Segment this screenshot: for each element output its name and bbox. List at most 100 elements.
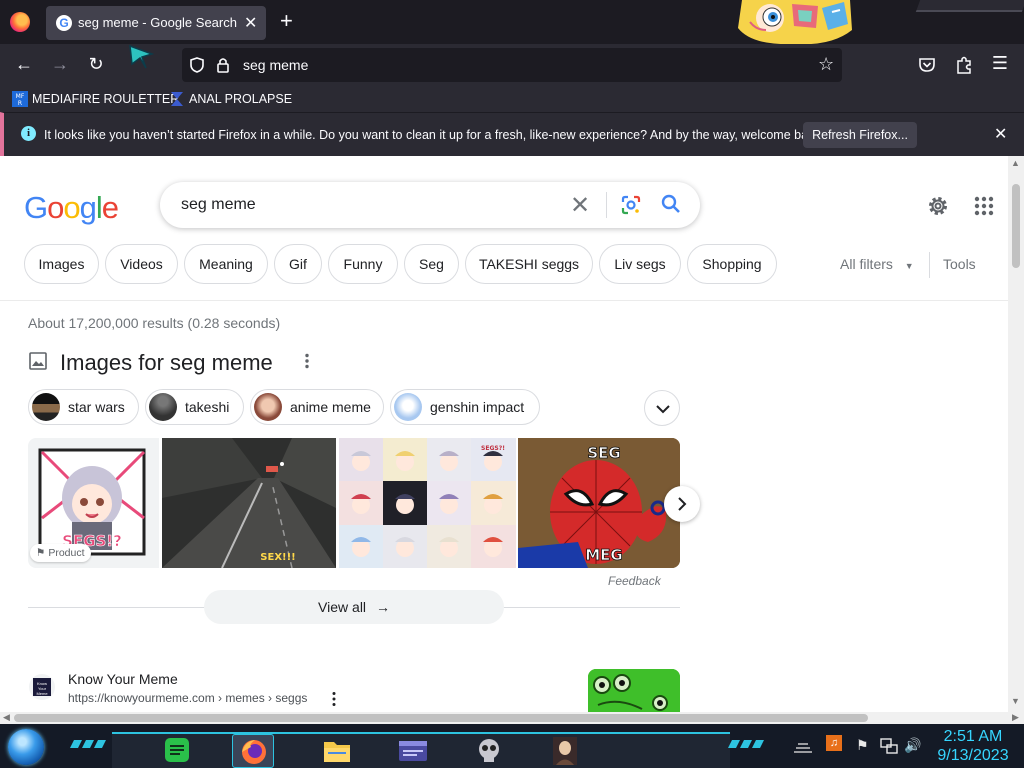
taskbar-item-image-viewer[interactable] — [544, 734, 586, 768]
url-text[interactable]: seg meme — [243, 57, 308, 73]
reload-icon[interactable]: ↻ — [85, 54, 107, 74]
image-chip-anime-meme[interactable]: anime meme — [250, 389, 384, 425]
lock-icon[interactable] — [216, 57, 230, 73]
google-apps-grid-icon[interactable] — [974, 196, 994, 216]
tab-bar: G seg meme - Google Search ✕ + — [0, 0, 1024, 45]
divider — [606, 192, 607, 218]
tab-title: seg meme - Google Search — [78, 15, 237, 30]
tunnel-road-image: SEX!!! — [162, 438, 336, 568]
close-tab-icon[interactable]: ✕ — [244, 13, 257, 33]
menu-hamburger-icon[interactable]: ☰ — [989, 53, 1011, 73]
portrait-image-icon — [553, 737, 577, 765]
filter-chip-takeshi-seggs[interactable]: TAKESHI seggs — [465, 244, 593, 284]
extensions-puzzle-icon[interactable] — [955, 55, 973, 75]
firefox-refresh-notification: i It looks like you haven’t started Fire… — [0, 112, 1024, 156]
mouse-cursor-icon — [129, 44, 154, 69]
scroll-up-icon[interactable]: ▲ — [1011, 158, 1020, 168]
caret-down-icon: ▼ — [904, 261, 914, 271]
firefox-view-icon[interactable] — [10, 12, 30, 32]
info-icon: i — [21, 126, 36, 141]
google-logo[interactable]: Google — [24, 190, 119, 226]
show-hidden-icons-icon[interactable] — [792, 738, 814, 754]
scroll-down-icon[interactable]: ▼ — [1011, 696, 1020, 706]
vertical-scrollbar[interactable]: ▲ ▼ — [1008, 156, 1024, 712]
address-bar[interactable]: seg meme ☆ — [182, 48, 842, 82]
site-favicon: Know Your Meme — [29, 674, 55, 700]
more-options-icon[interactable] — [303, 353, 311, 369]
bookmark-star-icon[interactable]: ☆ — [818, 54, 834, 75]
forward-arrow-icon[interactable]: → — [49, 54, 71, 74]
volume-icon[interactable]: 🔊 — [904, 737, 921, 754]
horizontal-scrollbar[interactable]: ◀ ▶ — [0, 712, 1024, 724]
next-images-button[interactable] — [664, 486, 700, 522]
search-input[interactable]: seg meme — [181, 196, 256, 214]
image-chip-genshin-impact[interactable]: genshin impact — [390, 389, 540, 425]
search-box[interactable]: seg meme ✕ — [160, 182, 700, 228]
taskbar-item-app[interactable] — [392, 734, 434, 768]
taskbar-clock[interactable]: 2:51 AM 9/13/2023 — [928, 727, 1018, 765]
bookmark-anal-prolapse[interactable]: ANAL PROLAPSE — [169, 90, 292, 108]
pocket-icon[interactable] — [918, 56, 936, 74]
action-center-flag-icon[interactable]: ⚑ — [856, 737, 869, 754]
settings-gear-icon[interactable] — [926, 194, 950, 218]
bookmarks-toolbar: MF R MEDIAFIRE ROULETTER ANAL PROLAPSE — [0, 86, 1024, 112]
filter-chip-videos[interactable]: Videos — [105, 244, 178, 284]
image-result-spiderman-seg-meg[interactable]: SEG MEG — [518, 438, 680, 568]
taskbar-item-spotify[interactable] — [156, 734, 198, 768]
google-lens-icon[interactable] — [620, 194, 642, 216]
scrollbar-thumb[interactable] — [1012, 184, 1020, 268]
bookmark-mediafire-rouletter[interactable]: MF R MEDIAFIRE ROULETTER — [12, 90, 179, 108]
filter-chip-gif[interactable]: Gif — [274, 244, 322, 284]
filter-chip-images[interactable]: Images — [24, 244, 99, 284]
app-tray-icon[interactable]: ♫ — [826, 735, 842, 751]
divider — [929, 252, 930, 278]
tab-google-search[interactable]: G seg meme - Google Search ✕ — [46, 6, 266, 40]
refresh-firefox-button[interactable]: Refresh Firefox... — [803, 122, 917, 148]
filter-chip-liv-segs[interactable]: Liv segs — [599, 244, 681, 284]
network-icon[interactable] — [880, 737, 898, 755]
firefox-icon — [242, 740, 266, 764]
sigma-icon — [171, 92, 183, 106]
tools-button[interactable]: Tools — [943, 256, 976, 272]
scroll-left-icon[interactable]: ◀ — [3, 712, 10, 723]
search-icon[interactable] — [660, 193, 682, 215]
filter-chip-funny[interactable]: Funny — [328, 244, 398, 284]
back-arrow-icon[interactable]: ← — [13, 54, 35, 74]
close-notification-icon[interactable]: ✕ — [994, 124, 1007, 144]
scrollbar-thumb[interactable] — [14, 714, 868, 722]
image-chip-takeshi[interactable]: takeshi — [145, 389, 244, 425]
result-thumbnail[interactable] — [588, 669, 680, 712]
filter-chip-meaning[interactable]: Meaning — [184, 244, 268, 284]
result-site-name[interactable]: Know Your Meme — [68, 671, 178, 687]
tracking-protection-shield-icon[interactable] — [190, 57, 204, 73]
chip-label: anime meme — [290, 399, 371, 415]
taskbar-app-area — [112, 732, 730, 768]
image-result-tunnel-sex[interactable]: SEX!!! — [162, 438, 336, 568]
taskbar-item-firefox[interactable] — [232, 734, 274, 768]
filter-chip-shopping[interactable]: Shopping — [687, 244, 777, 284]
taskbar-item-game[interactable] — [468, 734, 510, 768]
expand-chips-button[interactable] — [644, 390, 680, 426]
image-result-genshin-grid[interactable]: SEGS?! — [339, 438, 516, 568]
feedback-link[interactable]: Feedback — [608, 574, 661, 588]
image-chip-star-wars[interactable]: star wars — [28, 389, 139, 425]
window-app-icon — [399, 741, 427, 761]
result-more-options-icon[interactable] — [330, 691, 338, 707]
filter-chip-seg[interactable]: Seg — [404, 244, 459, 284]
frog-image — [588, 669, 680, 712]
clear-search-icon[interactable]: ✕ — [570, 191, 590, 220]
image-caption: SEX!!! — [260, 552, 295, 563]
anime-character-grid-image: SEGS?! — [339, 438, 516, 568]
result-url[interactable]: https://knowyourmeme.com › memes › seggs — [68, 691, 307, 705]
all-filters-button[interactable]: All filters ▼ — [840, 256, 914, 272]
scroll-right-icon[interactable]: ▶ — [1012, 712, 1019, 723]
folder-icon — [324, 742, 350, 762]
start-button[interactable] — [8, 729, 44, 765]
images-section-heading: Images for seg meme — [60, 350, 273, 375]
new-tab-button[interactable]: + — [280, 9, 293, 33]
view-all-button[interactable]: View all → — [204, 590, 504, 624]
chevron-down-icon — [656, 405, 670, 414]
taskbar-item-file-explorer[interactable] — [316, 734, 358, 768]
image-caption: SEGS?! — [481, 445, 505, 452]
product-badge: ⚑ Product — [30, 544, 91, 562]
